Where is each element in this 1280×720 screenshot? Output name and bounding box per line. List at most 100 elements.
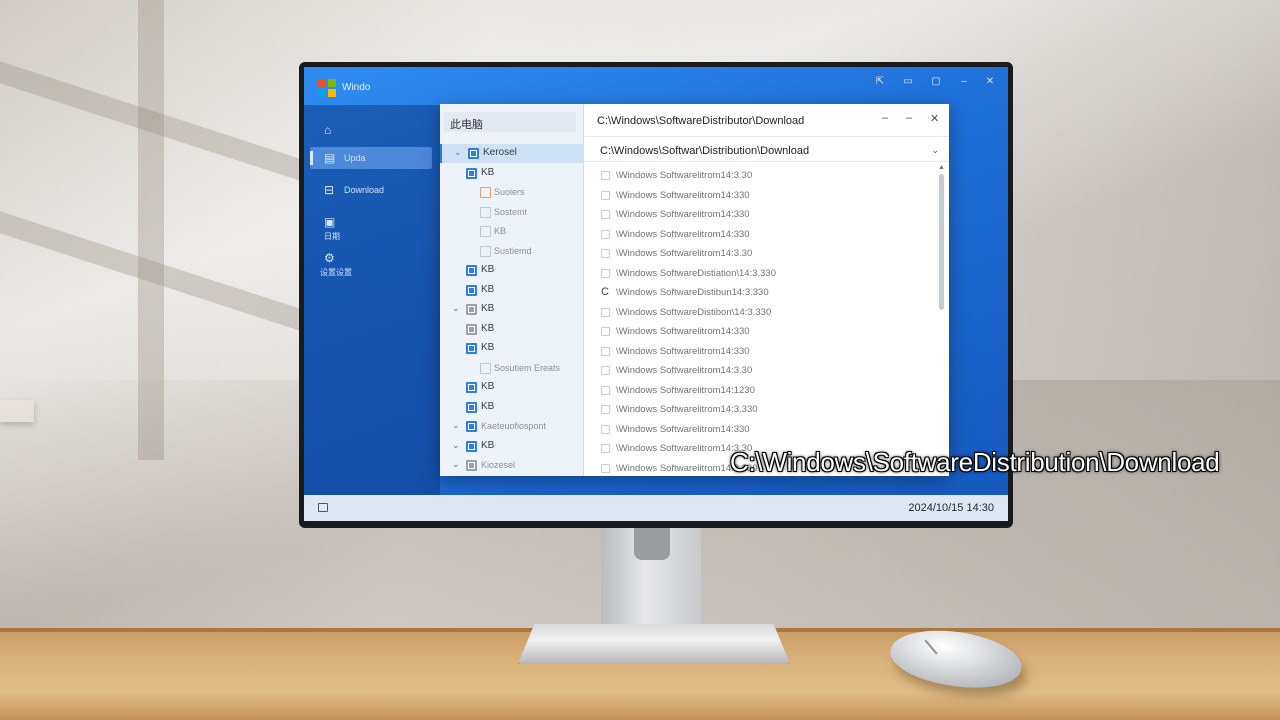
tree-item[interactable]: Suoiers bbox=[440, 183, 584, 202]
list-item[interactable]: \Windows Softwarelitrom14:3.330 bbox=[584, 400, 934, 419]
row-checkbox[interactable] bbox=[601, 366, 610, 375]
list-item[interactable]: \Windows Softwarelitrom14:330 bbox=[584, 205, 934, 224]
chevron-down-icon[interactable]: ⌄ bbox=[452, 459, 460, 470]
tree-item-label: KB bbox=[494, 226, 507, 236]
settings-icon: ⚙ bbox=[324, 251, 335, 265]
tree-item-label: KB bbox=[481, 322, 495, 334]
scrollbar[interactable]: ▲ bbox=[938, 164, 946, 476]
row-checkbox[interactable] bbox=[601, 190, 610, 200]
monitor-base bbox=[518, 624, 790, 664]
tree-item[interactable]: Sostemt bbox=[440, 203, 584, 222]
list-item[interactable]: \Windows Softwarelitrom14:1230 bbox=[584, 381, 934, 400]
list-item[interactable]: \Windows Softwarelitrom14:3.30 bbox=[584, 361, 934, 380]
close-icon[interactable]: ✕ bbox=[930, 112, 939, 125]
row-checkbox[interactable] bbox=[601, 249, 610, 258]
restore-icon[interactable]: ⇱ bbox=[872, 76, 888, 87]
list-item-label: \Windows Softwarelitrom14:3.30 bbox=[616, 248, 753, 259]
chevron-down-icon[interactable]: ⌄ bbox=[452, 420, 460, 431]
nav-download[interactable]: ⊟ Download bbox=[310, 179, 432, 201]
tree-item[interactable]: ⌄ KB bbox=[440, 437, 584, 456]
folder-icon bbox=[480, 187, 491, 198]
tree-item-label: Kaeteuofiospont bbox=[481, 421, 547, 431]
maximize-icon[interactable]: ▢ bbox=[928, 76, 944, 87]
tree-item[interactable]: ⌄ Kaeteuofiospont bbox=[440, 417, 584, 436]
row-checkbox[interactable] bbox=[601, 385, 610, 395]
chevron-down-icon[interactable]: ⌄ bbox=[452, 303, 460, 314]
row-checkbox[interactable] bbox=[601, 210, 610, 219]
tree-item[interactable]: KB bbox=[440, 320, 584, 339]
row-checkbox[interactable] bbox=[601, 229, 610, 239]
folder-icon bbox=[480, 226, 491, 237]
row-checkbox[interactable] bbox=[601, 268, 610, 278]
chevron-down-icon[interactable]: ⌄ bbox=[454, 147, 462, 158]
row-checkbox[interactable] bbox=[601, 171, 610, 180]
tree-item[interactable]: ⌄ Kerosel bbox=[440, 144, 584, 163]
list-item[interactable]: \Windows SoftwareDistiation\14:3.330 bbox=[584, 264, 934, 283]
file-explorer-window: 此电脑 ⌄ Kerosel KB Suoiers Sostemt KB Sustiemd KB… bbox=[440, 104, 949, 476]
list-item[interactable]: \Windows Softwarelitrom14:330 bbox=[584, 225, 934, 244]
row-checkbox[interactable] bbox=[601, 424, 610, 434]
taskbar-clock: 2024/10/15 14:30 bbox=[908, 502, 994, 514]
tree-item[interactable]: ⌄ KB bbox=[440, 300, 584, 319]
minimize-icon[interactable]: – bbox=[956, 76, 972, 87]
nav-calendar[interactable]: ▣ 日期 bbox=[310, 211, 432, 241]
list-item[interactable]: C \Windows SoftwareDistibun14:3.330 bbox=[584, 283, 934, 302]
scroll-up-icon[interactable]: ▲ bbox=[938, 164, 945, 171]
chevron-down-icon[interactable]: ⌄ bbox=[931, 145, 939, 156]
folder-icon bbox=[480, 206, 491, 218]
row-checkbox[interactable] bbox=[601, 405, 610, 414]
row-checkbox[interactable] bbox=[601, 307, 610, 317]
minimize-icon[interactable]: – bbox=[882, 112, 888, 124]
tree-item-label: KB bbox=[481, 400, 495, 412]
list-item-label: \Windows Softwarelitrom14:330 bbox=[616, 209, 750, 220]
app-titlebar: Windo ⇱ ▭ ▢ – ✕ bbox=[304, 67, 1008, 105]
calendar-icon: ▣ bbox=[324, 215, 336, 229]
tree-item[interactable]: KB bbox=[440, 164, 584, 183]
list-item[interactable]: \Windows Softwarelitrom14:3.30 bbox=[584, 244, 934, 263]
lock-icon[interactable]: ▭ bbox=[900, 76, 916, 87]
scrollbar-thumb[interactable] bbox=[939, 174, 944, 310]
tree-item[interactable]: KB bbox=[440, 378, 584, 397]
folder-icon bbox=[466, 167, 477, 179]
tree-item[interactable]: KB bbox=[440, 281, 584, 300]
row-checkbox[interactable] bbox=[601, 444, 610, 453]
nav-label: 日期 bbox=[324, 232, 340, 241]
address-bar[interactable]: C:\Windows\Softwar\Distribution\Download… bbox=[584, 136, 949, 162]
tree-item[interactable]: Sustiemd bbox=[440, 242, 584, 261]
document-icon: ▤ bbox=[324, 151, 336, 165]
tree-item[interactable]: KB bbox=[440, 222, 584, 241]
folder-icon bbox=[466, 284, 477, 296]
folder-icon bbox=[466, 323, 477, 335]
tree-item[interactable]: KB bbox=[440, 261, 584, 280]
tree-item[interactable]: KB bbox=[440, 339, 584, 358]
nav-label: 设置设置 bbox=[320, 268, 352, 277]
folder-icon bbox=[468, 148, 479, 159]
list-item-label: \Windows SoftwareDistiation\14:3.330 bbox=[616, 267, 776, 279]
list-item[interactable]: \Windows Softwarelitrom14:330 bbox=[584, 186, 934, 205]
close-icon[interactable]: ✕ bbox=[982, 76, 998, 87]
tree-header[interactable]: 此电脑 bbox=[444, 112, 576, 132]
tree-item[interactable]: KB bbox=[440, 398, 584, 417]
minimize-icon[interactable]: – bbox=[906, 112, 912, 124]
list-item[interactable]: \Windows Softwarelitrom14:330 bbox=[584, 420, 934, 439]
nav-settings[interactable]: ⚙ 设置设置 bbox=[310, 247, 432, 277]
nav-updates[interactable]: ▤ Upda bbox=[310, 147, 432, 169]
row-checkbox[interactable] bbox=[601, 346, 610, 356]
list-item[interactable]: \Windows Softwarelitrom14:330 bbox=[584, 342, 934, 361]
tree-item[interactable]: ⌄ Kiozesel bbox=[440, 456, 584, 475]
tree-item-label: KB bbox=[481, 303, 495, 314]
nav-home[interactable]: ⌂ bbox=[310, 119, 432, 141]
download-icon: ⊟ bbox=[324, 183, 335, 197]
row-checkbox[interactable] bbox=[601, 327, 610, 336]
chevron-down-icon[interactable]: ⌄ bbox=[452, 440, 460, 451]
folder-icon bbox=[480, 245, 491, 257]
tree-item-label: KB bbox=[481, 166, 495, 178]
list-item[interactable]: \Windows Softwarelitrom14:330 bbox=[584, 322, 934, 341]
overlay-path-caption: C:\Windows\SoftwareDistribution\Download bbox=[730, 447, 1220, 477]
tree-item[interactable]: Sosutiem Ereats bbox=[440, 359, 584, 378]
list-item[interactable]: \Windows SoftwareDistibon\14:3.330 bbox=[584, 303, 934, 322]
nav-label: Download bbox=[344, 185, 385, 195]
taskbar-menu-icon[interactable] bbox=[318, 503, 328, 512]
row-checkbox[interactable] bbox=[601, 463, 610, 473]
list-item[interactable]: \Windows Softwarelitrom14:3.30 bbox=[584, 166, 934, 185]
